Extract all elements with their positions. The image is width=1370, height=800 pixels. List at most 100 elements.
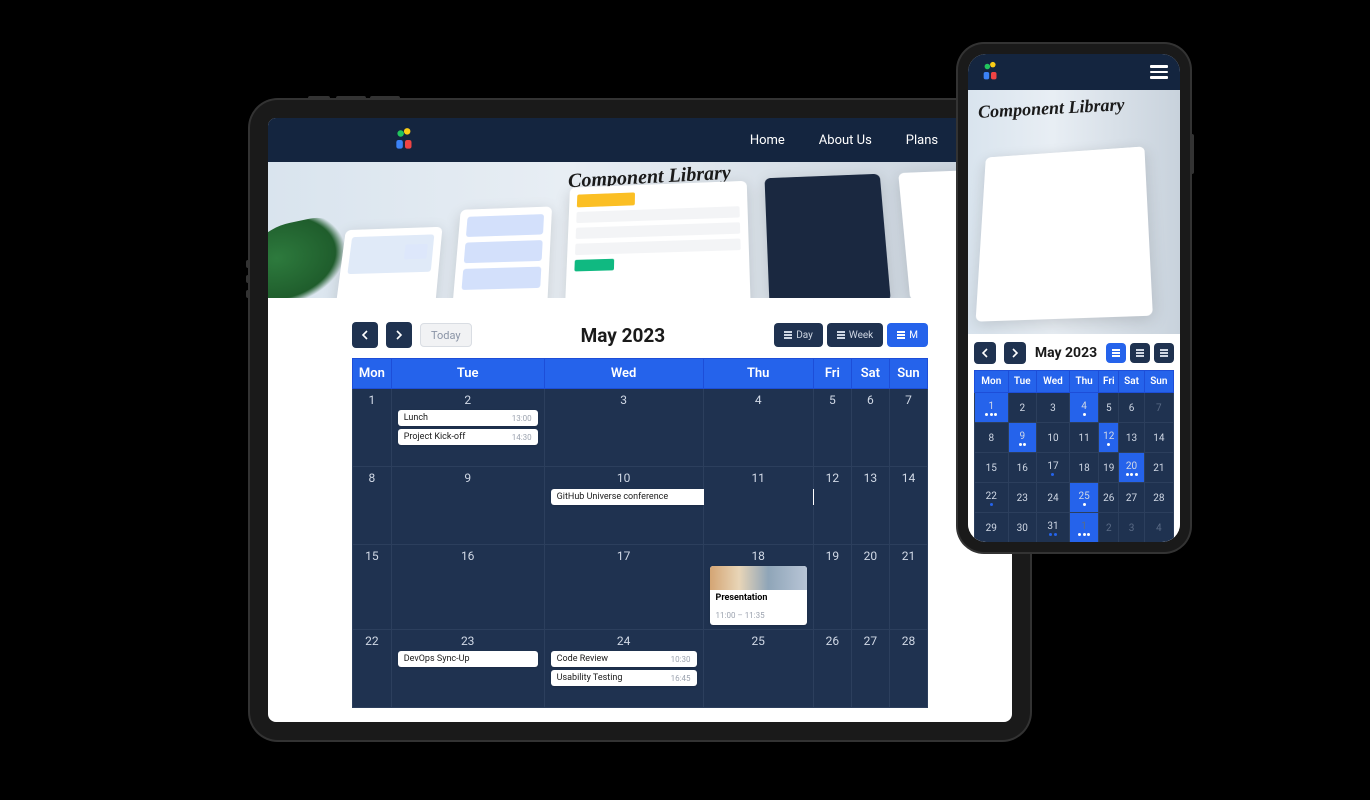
day-cell[interactable]: 2 xyxy=(1099,513,1119,543)
hamburger-icon[interactable] xyxy=(1150,65,1168,79)
day-header: Thu xyxy=(1069,371,1098,393)
day-cell[interactable]: 19 xyxy=(1099,453,1119,483)
day-cell[interactable]: 3 xyxy=(1119,513,1144,543)
event[interactable]: Code Review10:30 xyxy=(551,651,697,667)
day-cell[interactable]: 11 xyxy=(703,467,813,545)
day-cell[interactable]: 24 xyxy=(1036,483,1069,513)
day-cell[interactable]: 23 xyxy=(1008,483,1036,513)
day-header: Mon xyxy=(353,359,392,389)
day-cell[interactable]: 26 xyxy=(813,630,851,708)
day-header: Fri xyxy=(1099,371,1119,393)
day-cell[interactable]: 27 xyxy=(851,630,889,708)
day-cell[interactable]: 5 xyxy=(813,389,851,467)
day-cell[interactable]: 30 xyxy=(1008,513,1036,543)
day-cell[interactable]: 2Lunch13:00Project Kick-off14:30 xyxy=(391,389,544,467)
phone-view-3[interactable] xyxy=(1154,343,1174,363)
day-cell[interactable]: 26 xyxy=(1099,483,1119,513)
nav-about[interactable]: About Us xyxy=(819,133,872,148)
day-cell[interactable]: 25 xyxy=(703,630,813,708)
day-cell[interactable]: 14 xyxy=(1144,423,1173,453)
day-cell[interactable]: 4 xyxy=(1144,513,1173,543)
nav-plans[interactable]: Plans xyxy=(906,133,938,148)
day-header: Sat xyxy=(851,359,889,389)
day-cell[interactable]: 10 xyxy=(1036,423,1069,453)
day-header: Tue xyxy=(1008,371,1036,393)
day-cell[interactable]: 23DevOps Sync-Up xyxy=(391,630,544,708)
day-cell[interactable]: 20 xyxy=(851,545,889,630)
day-cell[interactable]: 14 xyxy=(889,467,927,545)
day-cell[interactable]: 21 xyxy=(889,545,927,630)
day-cell[interactable]: 12 xyxy=(1099,423,1119,453)
event[interactable]: DevOps Sync-Up xyxy=(398,651,538,667)
day-cell[interactable]: 17 xyxy=(544,545,703,630)
day-cell[interactable]: 1 xyxy=(1069,513,1098,543)
day-cell[interactable]: 1 xyxy=(353,389,392,467)
phone-view-2[interactable] xyxy=(1130,343,1150,363)
view-month[interactable]: M xyxy=(887,323,928,347)
day-header: Tue xyxy=(391,359,544,389)
day-cell[interactable]: 16 xyxy=(391,545,544,630)
day-cell[interactable]: 12 xyxy=(813,467,851,545)
event[interactable]: Project Kick-off14:30 xyxy=(398,429,538,445)
day-cell[interactable]: 22 xyxy=(353,630,392,708)
day-cell[interactable]: 16 xyxy=(1008,453,1036,483)
day-cell[interactable]: 27 xyxy=(1119,483,1144,513)
day-cell[interactable]: 8 xyxy=(975,423,1009,453)
day-cell[interactable]: 9 xyxy=(391,467,544,545)
day-cell[interactable]: 10GitHub Universe conference xyxy=(544,467,703,545)
day-cell[interactable]: 18Presentation11:00 – 11:35 xyxy=(703,545,813,630)
view-week[interactable]: Week xyxy=(827,323,883,347)
day-cell[interactable]: 3 xyxy=(544,389,703,467)
day-cell[interactable]: 31 xyxy=(1036,513,1069,543)
day-cell[interactable]: 24Code Review10:30Usability Testing16:45 xyxy=(544,630,703,708)
day-header: Sun xyxy=(889,359,927,389)
day-cell[interactable]: 29 xyxy=(975,513,1009,543)
phone-view-switcher xyxy=(1106,343,1174,363)
brand-logo xyxy=(980,61,1002,83)
day-cell[interactable]: 18 xyxy=(1069,453,1098,483)
day-cell[interactable]: 15 xyxy=(353,545,392,630)
day-cell[interactable]: 13 xyxy=(851,467,889,545)
day-cell[interactable]: 21 xyxy=(1144,453,1173,483)
event[interactable]: Usability Testing16:45 xyxy=(551,670,697,686)
day-header: Sun xyxy=(1144,371,1173,393)
today-button[interactable]: Today xyxy=(420,323,472,347)
day-cell[interactable]: 28 xyxy=(889,630,927,708)
calendar: Today May 2023 Day Week M MonTueWedThuFr… xyxy=(268,298,1012,708)
day-cell[interactable]: 25 xyxy=(1069,483,1098,513)
day-cell[interactable]: 6 xyxy=(1119,393,1144,423)
day-header: Thu xyxy=(703,359,813,389)
day-cell[interactable]: 11 xyxy=(1069,423,1098,453)
day-cell[interactable]: 15 xyxy=(975,453,1009,483)
month-grid: MonTueWedThuFriSatSun 12Lunch13:00Projec… xyxy=(352,358,928,708)
day-cell[interactable]: 1 xyxy=(975,393,1009,423)
day-cell[interactable]: 4 xyxy=(1069,393,1098,423)
day-cell[interactable]: 9 xyxy=(1008,423,1036,453)
phone-prev-button[interactable] xyxy=(974,342,996,364)
prev-button[interactable] xyxy=(352,322,378,348)
day-cell[interactable]: 8 xyxy=(353,467,392,545)
day-cell[interactable]: 7 xyxy=(889,389,927,467)
nav-home[interactable]: Home xyxy=(750,133,785,148)
view-day[interactable]: Day xyxy=(774,323,823,347)
day-cell[interactable]: 28 xyxy=(1144,483,1173,513)
day-cell[interactable]: 6 xyxy=(851,389,889,467)
day-cell[interactable]: 3 xyxy=(1036,393,1069,423)
view-switcher: Day Week M xyxy=(774,323,928,347)
day-cell[interactable]: 7 xyxy=(1144,393,1173,423)
day-cell[interactable]: 4 xyxy=(703,389,813,467)
day-cell[interactable]: 2 xyxy=(1008,393,1036,423)
phone-next-button[interactable] xyxy=(1004,342,1026,364)
day-cell[interactable]: 13 xyxy=(1119,423,1144,453)
day-cell[interactable]: 22 xyxy=(975,483,1009,513)
day-cell[interactable]: 5 xyxy=(1099,393,1119,423)
day-cell[interactable]: 17 xyxy=(1036,453,1069,483)
next-button[interactable] xyxy=(386,322,412,348)
event[interactable]: Presentation11:00 – 11:35 xyxy=(710,566,807,625)
event[interactable]: Lunch13:00 xyxy=(398,410,538,426)
phone-calendar: May 2023 MonTueWedThuFriSatSun 123456789… xyxy=(968,334,1180,542)
day-cell[interactable]: 20 xyxy=(1119,453,1144,483)
calendar-title: May 2023 xyxy=(480,324,767,347)
phone-view-1[interactable] xyxy=(1106,343,1126,363)
day-cell[interactable]: 19 xyxy=(813,545,851,630)
